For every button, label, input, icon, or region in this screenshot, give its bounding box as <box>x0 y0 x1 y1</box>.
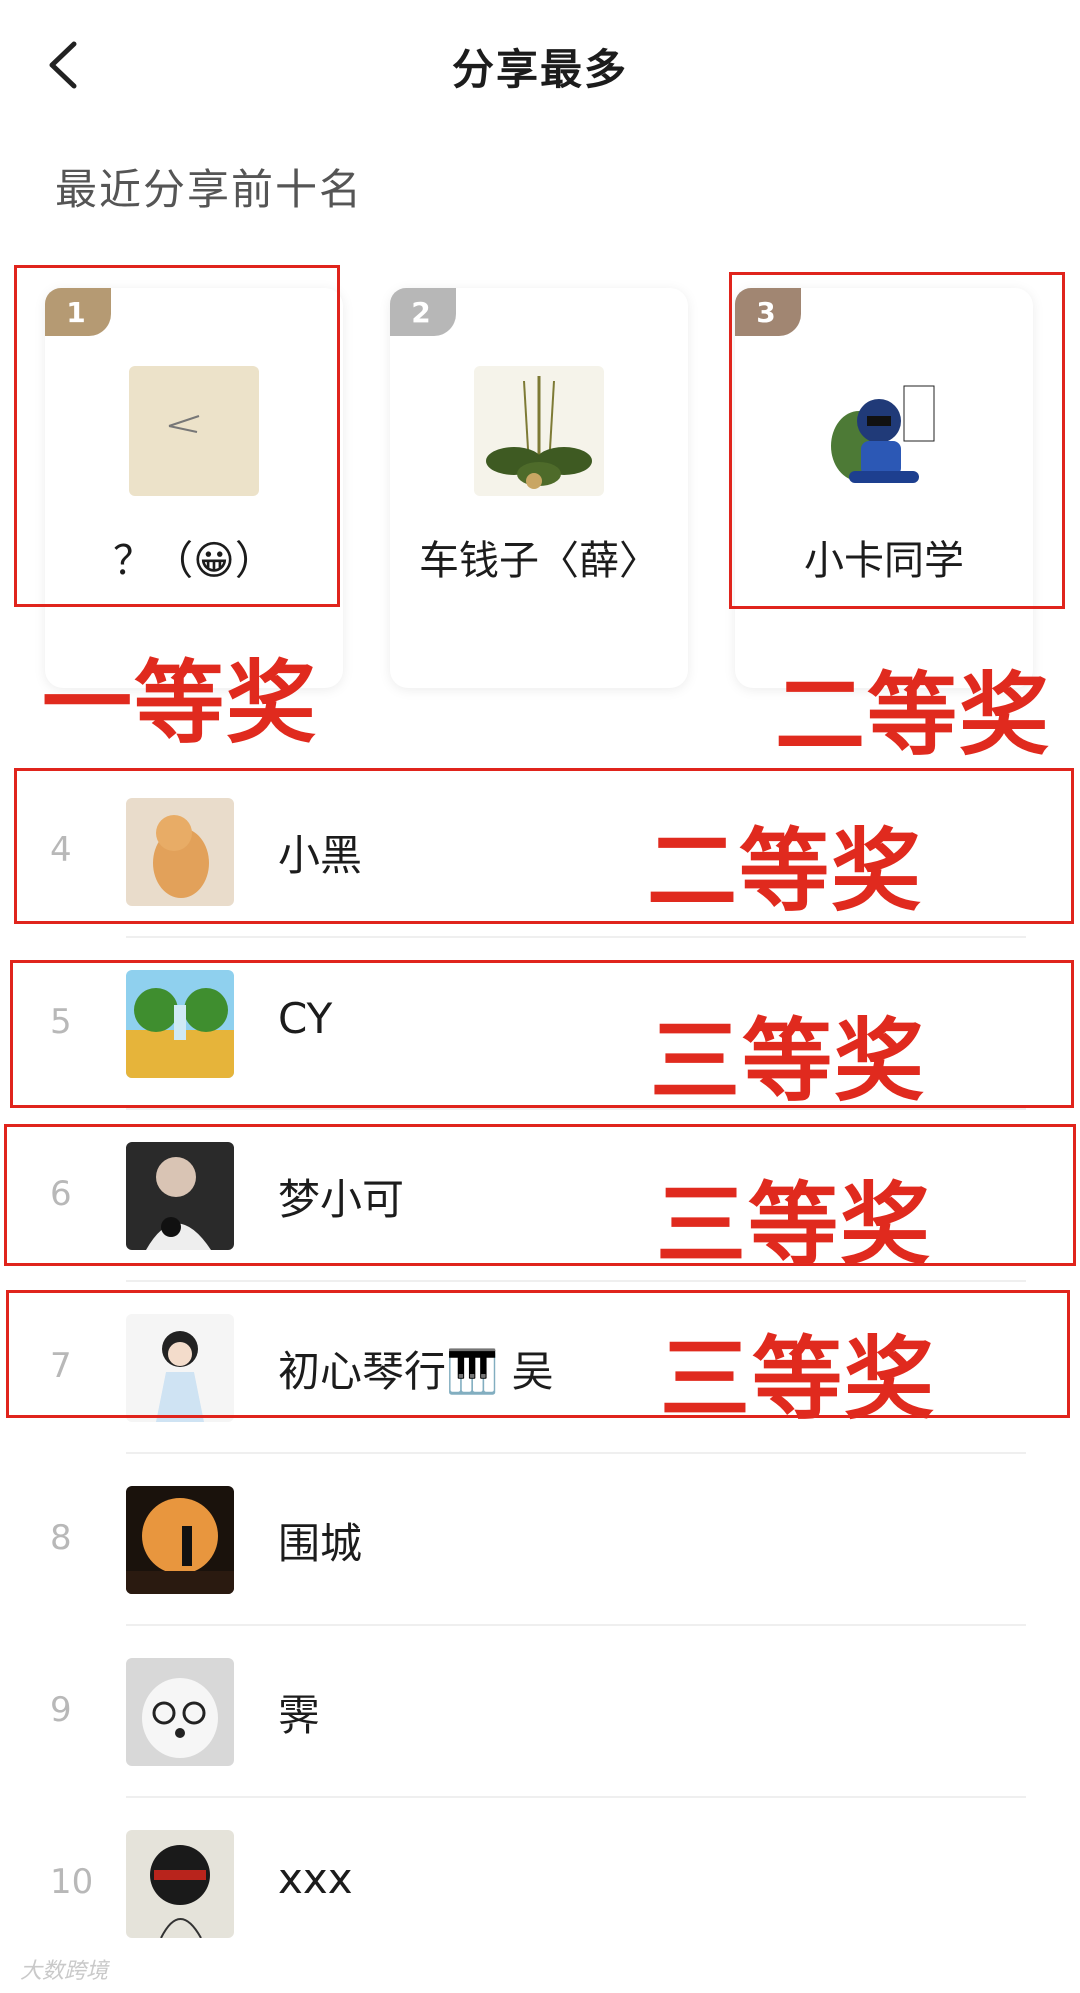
list-rank: 8 <box>50 1518 72 1558</box>
card-name: 小卡同学 <box>804 538 964 584</box>
list-name: CY <box>278 994 333 1043</box>
avatar <box>129 366 259 496</box>
rank-badge: 1 <box>45 288 111 336</box>
card-name: ？（😀） <box>113 538 275 584</box>
avatar <box>126 1142 234 1250</box>
section-title: 最近分享前十名 <box>55 165 364 214</box>
list-item[interactable]: 8 围城 <box>0 1454 1080 1626</box>
top-card-3[interactable]: 3 小卡同学 <box>735 288 1033 688</box>
avatar <box>126 1314 234 1422</box>
top-card-1[interactable]: 1 ？（😀） <box>45 288 343 688</box>
list-rank: 10 <box>50 1862 94 1902</box>
avatar <box>126 798 234 906</box>
rank-badge: 2 <box>390 288 456 336</box>
list-name: 霁 <box>278 1691 321 1740</box>
list-rank: 9 <box>50 1690 72 1730</box>
avatar <box>474 366 604 496</box>
avatar <box>819 366 949 496</box>
list-name: 小黑 <box>278 831 363 880</box>
list-item[interactable]: 5 CY <box>0 938 1080 1110</box>
avatar <box>126 1658 234 1766</box>
top-card-2[interactable]: 2 车钱子〈薛〉 <box>390 288 688 688</box>
list-name: xxx <box>278 1854 353 1903</box>
avatar <box>126 1486 234 1594</box>
rank-badge: 3 <box>735 288 801 336</box>
watermark: 大数跨境 <box>20 1959 109 1984</box>
card-name: 车钱子〈薛〉 <box>419 538 659 584</box>
list-name: 初心琴行🎹 吴 <box>278 1347 554 1396</box>
list-name: 梦小可 <box>278 1175 405 1224</box>
page-title: 分享最多 <box>451 45 628 94</box>
list-item[interactable]: 9 霁 <box>0 1626 1080 1798</box>
list-rank: 4 <box>50 830 72 870</box>
avatar <box>126 970 234 1078</box>
list-item[interactable]: 4 小黑 <box>0 766 1080 938</box>
list-item[interactable]: 10 xxx <box>0 1798 1080 1970</box>
list-rank: 6 <box>50 1174 72 1214</box>
list-rank: 7 <box>50 1346 72 1386</box>
list-rank: 5 <box>50 1002 72 1042</box>
list-item[interactable]: 6 梦小可 <box>0 1110 1080 1282</box>
list-name: 围城 <box>278 1519 363 1568</box>
list-item[interactable]: 7 初心琴行🎹 吴 <box>0 1282 1080 1454</box>
avatar <box>126 1830 234 1938</box>
